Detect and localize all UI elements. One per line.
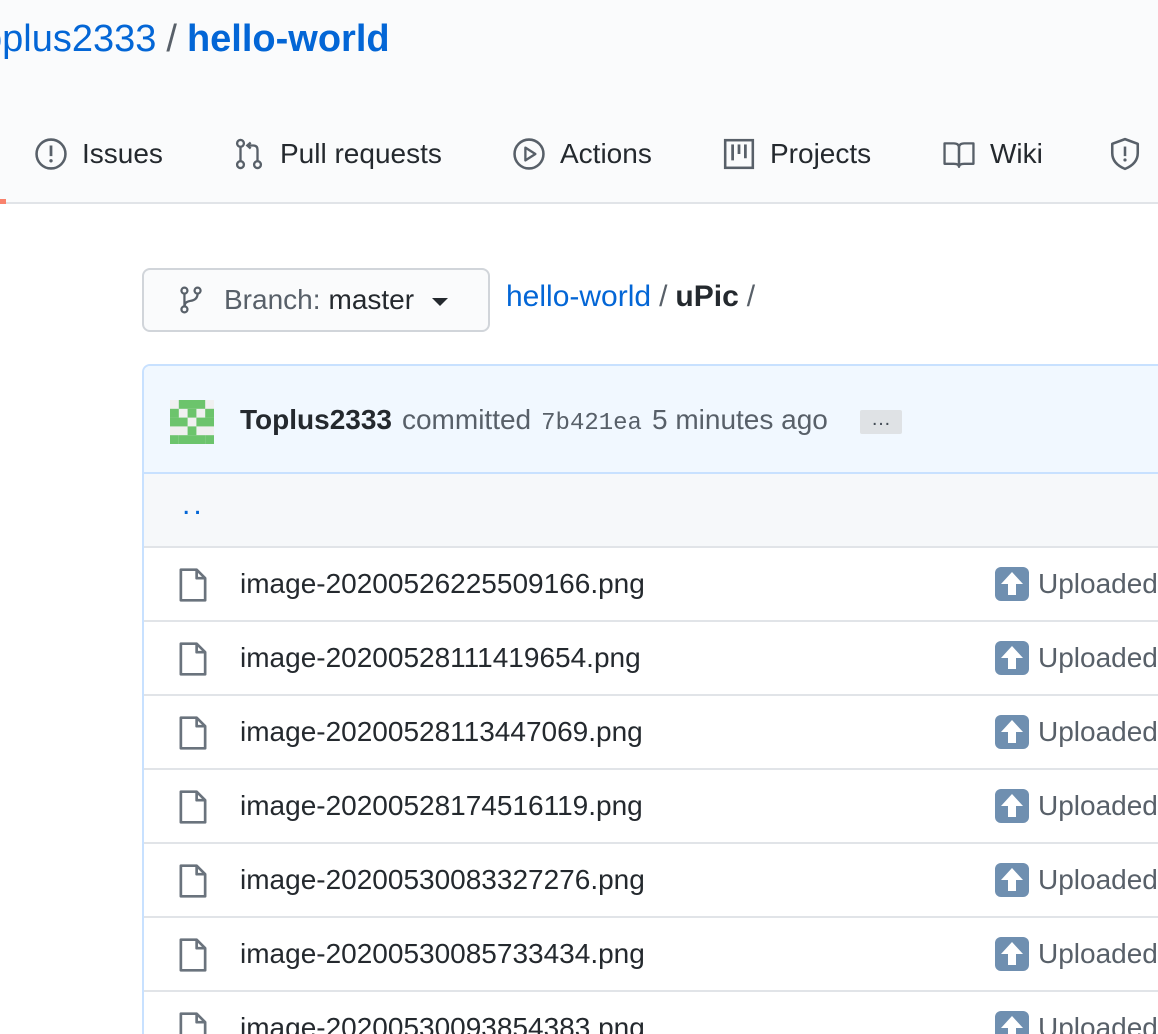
repo-header: Toplus2333/hello-world Issues Pull reque… <box>0 0 1158 204</box>
git-branch-icon <box>180 286 202 314</box>
table-row[interactable]: image-20200526225509166.png Uploaded <box>144 548 1158 622</box>
breadcrumb-root-link[interactable]: hello-world <box>506 280 651 313</box>
commit-message-link[interactable]: Uploaded <box>1038 642 1158 674</box>
file-name-link[interactable]: image-20200528111419654.png <box>240 642 641 674</box>
file-icon <box>179 716 207 750</box>
tab-security[interactable] <box>1108 128 1156 180</box>
up-arrow-emoji-icon <box>995 715 1029 749</box>
tab-actions[interactable]: Actions <box>512 128 652 180</box>
file-name-link[interactable]: image-20200530085733434.png <box>240 938 645 970</box>
breadcrumb-separator: / <box>659 280 668 313</box>
shield-icon <box>1110 137 1140 171</box>
table-row[interactable]: image-20200528111419654.png Uploaded <box>144 622 1158 696</box>
breadcrumb-current-dir: uPic <box>675 280 739 313</box>
file-listing: Toplus2333 committed 7b421ea 5 minutes a… <box>142 364 1158 1034</box>
file-icon <box>179 642 207 676</box>
up-arrow-emoji-icon <box>995 1011 1029 1034</box>
file-icon <box>179 1012 207 1034</box>
file-name-link[interactable]: image-20200528174516119.png <box>240 790 643 822</box>
file-icon <box>179 568 207 602</box>
file-name-link[interactable]: image-20200530093854383.png <box>240 1012 645 1034</box>
commit-time: 5 minutes ago <box>651 404 828 435</box>
branch-select-button[interactable]: Branch: master <box>142 268 490 332</box>
repo-owner-link[interactable]: Toplus2333 <box>0 18 156 60</box>
issue-opened-icon <box>35 138 67 170</box>
up-arrow-emoji-icon <box>995 937 1029 971</box>
commit-message-link[interactable]: Uploaded <box>1038 1012 1158 1034</box>
file-name-link[interactable]: image-20200528113447069.png <box>240 716 643 748</box>
branch-value: master <box>328 284 415 315</box>
play-icon <box>513 138 545 170</box>
tab-wiki-label: Wiki <box>990 138 1043 169</box>
commit-message-expand-button[interactable]: … <box>860 409 902 434</box>
table-row[interactable]: image-20200528113447069.png Uploaded <box>144 696 1158 770</box>
file-icon <box>179 864 207 898</box>
up-arrow-emoji-icon <box>995 863 1029 897</box>
project-icon <box>723 138 755 170</box>
tab-actions-label: Actions <box>560 138 652 169</box>
breadcrumb: hello-world / uPic / <box>506 280 763 314</box>
tab-projects[interactable]: Projects <box>722 128 871 180</box>
up-arrow-emoji-icon <box>995 789 1029 823</box>
branch-label: Branch: <box>224 284 321 315</box>
commit-message-link[interactable]: Uploaded <box>1038 716 1158 748</box>
up-arrow-emoji-icon <box>995 567 1029 601</box>
repo-title: Toplus2333/hello-world <box>0 18 390 61</box>
commit-summary: Toplus2333 committed 7b421ea 5 minutes a… <box>240 404 828 437</box>
commit-author-link[interactable]: Toplus2333 <box>240 404 392 436</box>
table-row[interactable]: image-20200528174516119.png Uploaded <box>144 770 1158 844</box>
selected-tab-underline <box>0 199 6 204</box>
parent-directory-row[interactable]: .. <box>144 474 1158 548</box>
tab-issues-label: Issues <box>82 138 163 169</box>
avatar[interactable] <box>170 400 214 444</box>
file-name-link[interactable]: image-20200526225509166.png <box>240 568 645 600</box>
commit-message-link[interactable]: Uploaded <box>1038 938 1158 970</box>
commit-sha-link[interactable]: 7b421ea <box>541 410 642 437</box>
commit-message-link[interactable]: Uploaded <box>1038 568 1158 600</box>
table-row[interactable]: image-20200530085733434.png Uploaded <box>144 918 1158 992</box>
file-icon <box>179 938 207 972</box>
commit-verb: committed <box>401 404 532 435</box>
breadcrumb-trailing-separator: / <box>746 280 756 313</box>
latest-commit-bar: Toplus2333 committed 7b421ea 5 minutes a… <box>144 366 1158 474</box>
file-name-link[interactable]: image-20200530083327276.png <box>240 864 645 896</box>
commit-message-link[interactable]: Uploaded <box>1038 864 1158 896</box>
chevron-down-icon <box>432 298 449 306</box>
book-icon <box>943 142 975 168</box>
parent-directory-link[interactable]: .. <box>182 488 205 522</box>
git-pull-request-icon <box>235 138 263 170</box>
up-arrow-emoji-icon <box>995 641 1029 675</box>
tab-projects-label: Projects <box>770 138 872 169</box>
repo-title-separator: / <box>166 18 177 60</box>
tab-issues[interactable]: Issues <box>34 128 163 180</box>
commit-message-link[interactable]: Uploaded <box>1038 790 1158 822</box>
tab-pull-requests-label: Pull requests <box>280 138 442 169</box>
table-row[interactable]: image-20200530093854383.png Uploaded <box>144 992 1158 1034</box>
file-icon <box>179 790 207 824</box>
table-row[interactable]: image-20200530083327276.png Uploaded <box>144 844 1158 918</box>
repo-name-link[interactable]: hello-world <box>187 18 390 60</box>
tab-pull-requests[interactable]: Pull requests <box>232 128 442 180</box>
tab-wiki[interactable]: Wiki <box>942 128 1043 180</box>
repo-nav-tabs: Issues Pull requests Actions Projects Wi… <box>0 128 1158 180</box>
